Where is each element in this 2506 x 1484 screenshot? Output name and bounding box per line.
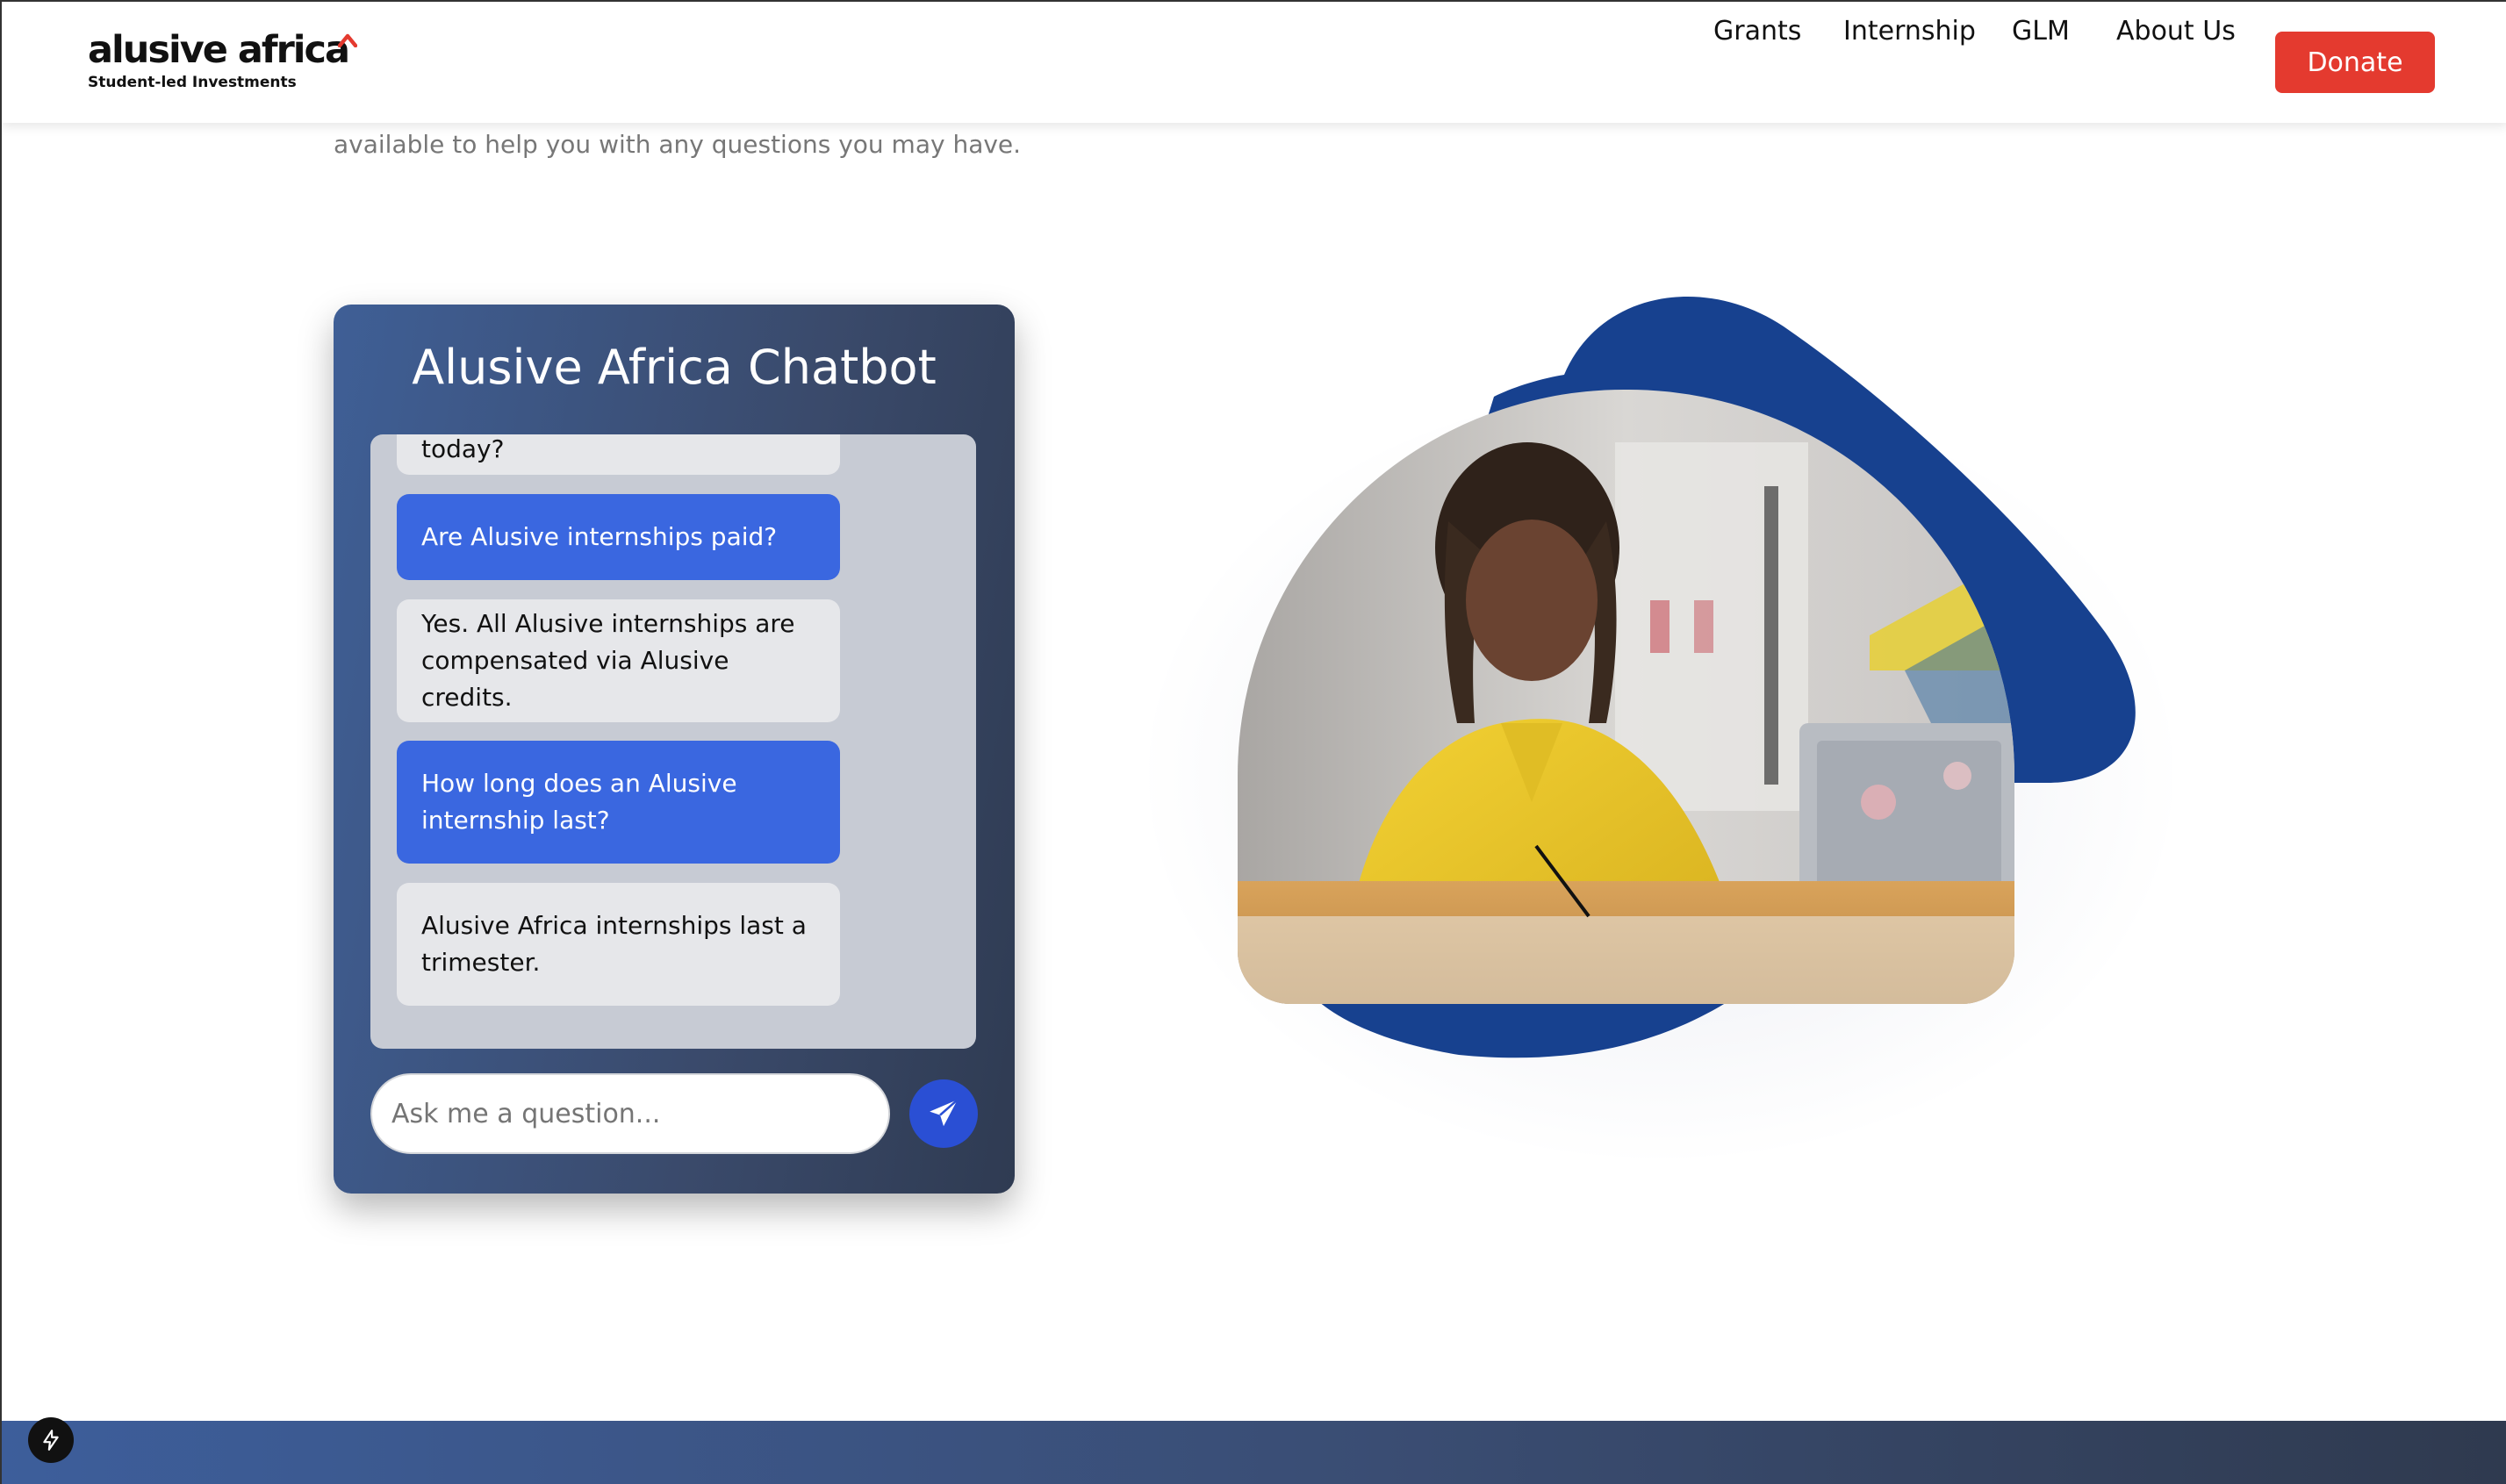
nav-grants[interactable]: Grants [1713,16,1801,47]
chat-message-text: Yes. All Alusive internships are compens… [421,609,795,712]
footer-band [2,1421,2506,1484]
donate-button[interactable]: Donate [2275,32,2435,93]
caret-up-icon [338,33,357,47]
nav-internship[interactable]: Internship [1843,16,1976,47]
brand-tagline: Student-led Investments [88,74,297,91]
chat-message-user: Are Alusive internships paid? [397,494,840,580]
brand-logo[interactable]: alusive africa Student-led Investments [88,28,357,91]
chat-message-bot: Alusive Africa internships last a trimes… [397,883,840,1006]
chat-message-bot: Hello! How can I assist you today? [397,434,840,475]
lightning-bolt-button[interactable] [28,1417,74,1463]
chat-message-text: Hello! How can I assist you today? [421,434,505,463]
chat-message-text: How long does an Alusive internship last… [421,769,737,835]
chat-message-bot: Yes. All Alusive internships are compens… [397,599,840,722]
nav-about-us[interactable]: About Us [2116,16,2236,47]
chat-message-user: How long does an Alusive internship last… [397,741,840,864]
page: alusive africa Student-led Investments G… [0,0,2506,1484]
nav-glm[interactable]: GLM [2012,16,2070,47]
chatbot-widget: Alusive Africa Chatbot Hello! How can I … [334,305,1015,1194]
intro-text: available to help you with any questions… [334,130,1022,159]
chat-message-text: Alusive Africa internships last a trimes… [421,911,807,977]
chatbot-title: Alusive Africa Chatbot [412,340,937,395]
site-header: alusive africa Student-led Investments G… [2,2,2506,123]
chat-message-list[interactable]: Hello! How can I assist you today? Are A… [370,434,976,1049]
brand-name: alusive africa [88,28,350,72]
chat-message-text: Are Alusive internships paid? [421,522,778,551]
chat-question-input[interactable] [370,1073,890,1154]
send-message-button[interactable] [909,1079,978,1148]
lightning-bolt-icon [43,1430,59,1451]
paper-plane-icon [930,1099,959,1127]
